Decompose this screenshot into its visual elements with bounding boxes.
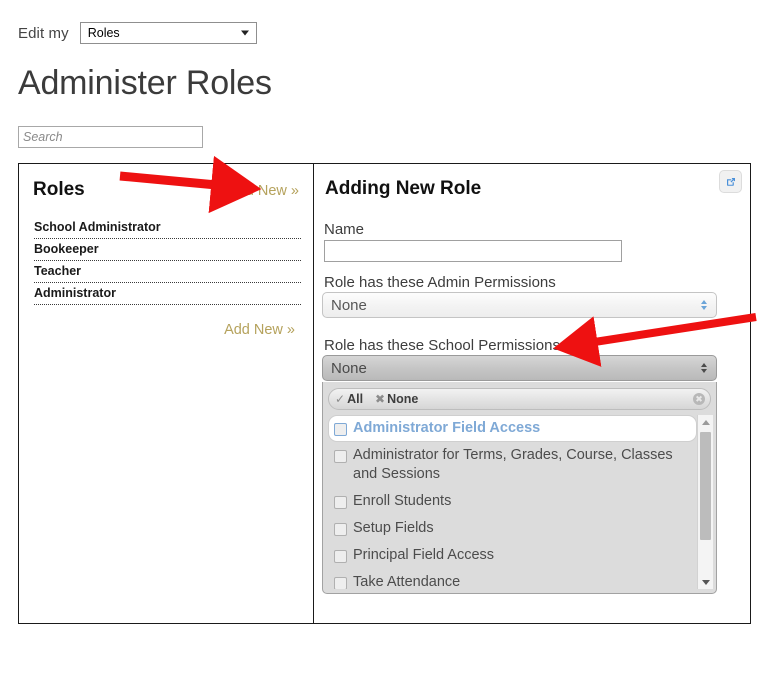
permissions-option-list: Administrator Field Access Administrator… <box>328 415 697 589</box>
roles-list: School Administrator Bookeeper Teacher A… <box>34 217 301 305</box>
select-all-button[interactable]: ✓ All <box>335 392 363 406</box>
chevron-down-icon <box>240 30 249 36</box>
form-panel-title: Adding New Role <box>325 178 482 199</box>
admin-permissions-label: Role has these Admin Permissions <box>324 274 556 291</box>
role-link-bookeeper[interactable]: Bookeeper <box>34 242 99 256</box>
option-label: Administrator for Terms, Grades, Course,… <box>353 447 673 482</box>
roles-panel-header: Roles Add New » <box>33 179 303 205</box>
list-item[interactable]: Enroll Students <box>328 488 697 515</box>
list-item[interactable]: Administrator for Terms, Grades, Course,… <box>328 442 697 488</box>
updown-arrows-icon <box>701 300 707 310</box>
close-circle-icon[interactable]: ✖ <box>693 393 705 405</box>
edit-my-bar: Edit my Roles <box>18 22 257 44</box>
list-item[interactable]: Administrator Field Access <box>328 415 697 442</box>
select-all-label: All <box>347 392 364 406</box>
list-item[interactable]: Take Attendance <box>328 569 697 589</box>
option-label: Administrator Field Access <box>353 420 541 436</box>
school-permissions-dropdown: ✓ All ✖ None ✖ Administrator Field Acces… <box>322 382 717 594</box>
role-link-school-administrator[interactable]: School Administrator <box>34 220 161 234</box>
school-permissions-selected-value: None <box>331 359 367 377</box>
admin-roles-panels: Roles Add New » School Administrator Boo… <box>18 163 751 624</box>
dropdown-scrollbar[interactable] <box>697 415 713 589</box>
check-icon: ✓ <box>335 392 346 406</box>
dropdown-list-container: Administrator Field Access Administrator… <box>328 415 713 589</box>
list-item[interactable]: School Administrator <box>34 217 301 239</box>
option-label: Setup Fields <box>353 520 434 536</box>
page-title: Administer Roles <box>18 64 272 102</box>
admin-permissions-select[interactable]: None <box>322 292 717 318</box>
option-label: Principal Field Access <box>353 547 495 563</box>
option-label: Enroll Students <box>353 493 452 509</box>
checkbox-icon[interactable] <box>334 523 347 536</box>
list-item[interactable]: Principal Field Access <box>328 542 697 569</box>
add-new-link-bottom[interactable]: Add New » <box>224 322 295 338</box>
edit-my-select[interactable]: Roles <box>79 22 257 44</box>
roles-panel: Roles Add New » School Administrator Boo… <box>19 164 314 623</box>
name-field[interactable] <box>324 240 622 262</box>
updown-arrows-icon <box>701 363 707 373</box>
x-icon: ✖ <box>375 392 386 406</box>
triangle-up-icon[interactable] <box>698 415 713 429</box>
external-link-icon[interactable] <box>719 170 742 193</box>
option-label: Take Attendance <box>353 574 461 589</box>
school-permissions-label: Role has these School Permissions <box>324 337 560 354</box>
admin-permissions-selected-value: None <box>331 296 367 314</box>
name-label: Name <box>324 221 365 238</box>
school-permissions-select[interactable]: None <box>322 355 717 381</box>
list-item[interactable]: Bookeeper <box>34 239 301 261</box>
search-input[interactable] <box>18 126 203 148</box>
checkbox-icon[interactable] <box>334 496 347 509</box>
list-item[interactable]: Setup Fields <box>328 515 697 542</box>
checkbox-icon[interactable] <box>334 450 347 463</box>
checkbox-icon[interactable] <box>334 577 347 589</box>
list-item[interactable]: Administrator <box>34 283 301 305</box>
checkbox-icon[interactable] <box>334 550 347 563</box>
roles-panel-title: Roles <box>33 179 85 200</box>
checkbox-icon[interactable] <box>334 423 347 436</box>
list-item[interactable]: Teacher <box>34 261 301 283</box>
role-link-teacher[interactable]: Teacher <box>34 264 81 278</box>
add-new-link-top[interactable]: Add New » <box>228 183 299 199</box>
add-role-form-panel: Adding New Role Name Role has these Admi… <box>314 164 750 623</box>
scrollbar-thumb[interactable] <box>700 432 711 540</box>
select-none-label: None <box>387 392 419 406</box>
dropdown-toolbar: ✓ All ✖ None ✖ <box>328 388 711 410</box>
triangle-down-icon[interactable] <box>698 575 713 589</box>
edit-my-label: Edit my <box>18 24 69 42</box>
role-link-administrator[interactable]: Administrator <box>34 286 116 300</box>
edit-my-select-value: Roles <box>87 26 120 40</box>
select-none-button[interactable]: ✖ None <box>375 392 418 406</box>
